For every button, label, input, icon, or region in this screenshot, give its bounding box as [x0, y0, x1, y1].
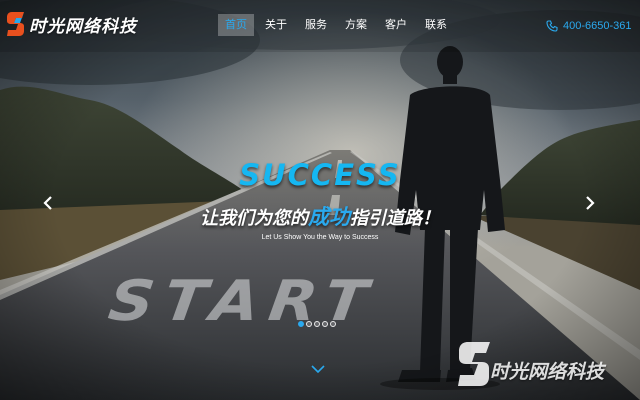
phone-number: 400-6650-361: [563, 20, 632, 32]
carousel-dot-3[interactable]: [314, 321, 320, 327]
carousel-dot-2[interactable]: [306, 321, 312, 327]
slide-subline: Let Us Show You the Way to Success: [261, 234, 379, 241]
carousel-dot-4[interactable]: [322, 321, 328, 327]
slide-slogan: 让我们为您的成功指引道路！: [0, 201, 640, 231]
nav-item-about[interactable]: 关于: [258, 14, 294, 36]
nav-item-home[interactable]: 首页: [218, 14, 254, 36]
nav-item-clients[interactable]: 客户: [378, 14, 414, 36]
slogan-part-2: 指引道路！: [350, 208, 440, 229]
site-logo[interactable]: 时光网络科技: [6, 9, 137, 39]
carousel-pagination: [298, 321, 338, 329]
watermark: 时光网络科技: [456, 338, 604, 388]
nav-item-services[interactable]: 服务: [298, 14, 334, 36]
slogan-part-1: 让我们为您的: [200, 208, 308, 229]
chevron-left-icon: [43, 196, 52, 210]
main-nav: 首页 关于 服务 方案 客户 联系: [218, 14, 458, 36]
watermark-logo-icon: [458, 342, 490, 386]
carousel-prev-button[interactable]: [38, 192, 58, 214]
site-header: 时光网络科技 首页 关于 服务 方案 客户 联系 400-6650-361: [0, 0, 640, 50]
hero-banner: 时光网络科技 首页 关于 服务 方案 客户 联系 400-6650-361 ST…: [0, 0, 640, 400]
slogan-highlight: 成功: [308, 205, 350, 229]
slide-headline: SUCCESS: [239, 158, 401, 192]
carousel-dot-5[interactable]: [330, 321, 336, 327]
road-start-text: START: [104, 268, 382, 334]
nav-item-solutions[interactable]: 方案: [338, 14, 374, 36]
carousel-dot-1[interactable]: [298, 321, 304, 327]
brand-name: 时光网络科技: [29, 16, 137, 37]
phone-icon: [546, 20, 558, 32]
nav-item-contact[interactable]: 联系: [418, 14, 454, 36]
contact-phone[interactable]: 400-6650-361: [546, 17, 632, 35]
watermark-text: 时光网络科技: [490, 361, 605, 383]
carousel-next-button[interactable]: [580, 192, 600, 214]
logo-mark-icon: [7, 12, 24, 36]
scroll-down-button[interactable]: [310, 361, 326, 374]
chevron-right-icon: [586, 196, 595, 210]
chevron-down-icon: [311, 365, 325, 374]
